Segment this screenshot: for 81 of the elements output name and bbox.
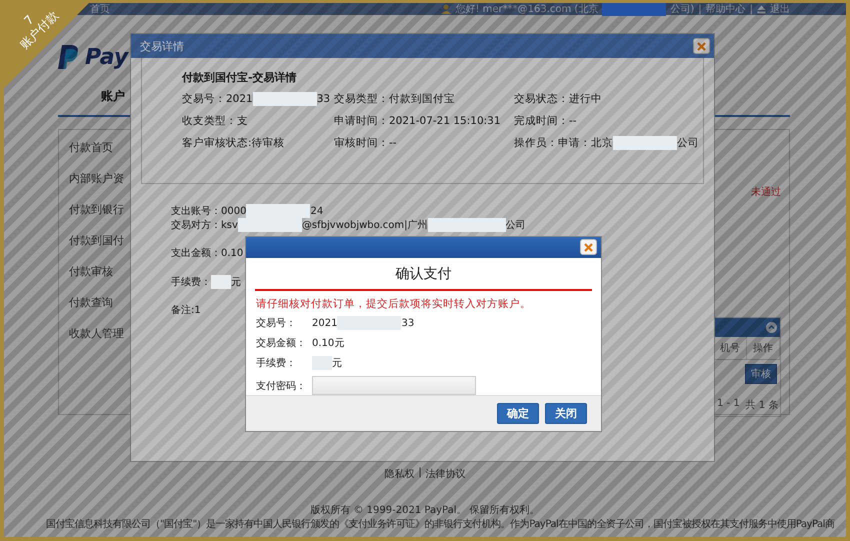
collapse-icon[interactable] <box>766 322 777 333</box>
field-value: -- <box>389 137 397 149</box>
field-label: 手续费： <box>171 276 211 289</box>
separator: | <box>750 4 753 14</box>
logo-icon <box>58 45 80 69</box>
company-text: 国付宝信息科技有限公司（"国付宝"）是一家持有中国人民银行颁发的《支付业务许可证》的非银行支付机构。作为PayPal在中国的全资子公司，国付宝被授权在其支付服务中使用PayPal商 <box>46 518 834 531</box>
logout-link[interactable]: 退出 <box>770 3 790 16</box>
field-value: -- <box>569 115 577 127</box>
close-button[interactable] <box>580 239 597 256</box>
close-icon <box>584 242 593 252</box>
field-label: 完成时间： <box>514 114 569 128</box>
field-label: 备注: <box>171 304 194 317</box>
dialog-button[interactable]: 关闭 <box>545 403 587 424</box>
field-label: 交易金额： <box>256 336 307 350</box>
field-value: @sfbjvwobjwbo.com|广州 <box>302 218 428 232</box>
review-button[interactable]: 审核 <box>745 364 777 384</box>
field-value: 待审核 <box>252 136 285 150</box>
redaction-block <box>238 218 302 232</box>
redaction-block <box>602 3 666 16</box>
field-value: 支 <box>237 114 248 128</box>
separator: | <box>418 467 422 480</box>
field-label: 交易号： <box>256 316 297 330</box>
field-value: 2021 <box>226 93 253 105</box>
warning-text: 请仔细核对付款订单，提交后款项将实时转入对方账户。 <box>256 297 532 312</box>
close-button[interactable] <box>693 38 710 54</box>
ribbon-number: 7 <box>21 12 37 28</box>
field-value: 付款到国付宝 <box>389 92 455 106</box>
redaction-block <box>246 204 310 218</box>
field-label: 支出账号： <box>171 204 221 218</box>
redaction-block <box>211 275 231 289</box>
dialog-title: 交易详情 <box>140 38 184 54</box>
field-value: 1 <box>194 304 201 316</box>
field-value: 0.10 <box>221 248 244 258</box>
footer-link[interactable]: 法律协议 <box>426 467 466 481</box>
status-note: 未通过 <box>751 186 781 199</box>
redaction-block <box>252 92 317 106</box>
field-value: 24 <box>310 206 324 216</box>
field-value: 2021 <box>312 318 338 329</box>
user-icon <box>441 4 452 14</box>
dialog-button[interactable]: 确定 <box>497 403 539 424</box>
field-value: ksv <box>221 220 238 230</box>
footer-link[interactable]: 隐私权 <box>384 467 414 481</box>
home-link[interactable]: 首页 <box>90 3 110 16</box>
dialog-title: 确认支付 <box>394 264 452 283</box>
field-value: 元 <box>231 276 241 289</box>
help-link[interactable]: 帮助中心 <box>706 3 746 16</box>
field-value: 申请：北京 <box>558 136 613 150</box>
field-label: 收支类型： <box>182 114 237 128</box>
field-value: 0000 <box>221 206 246 216</box>
password-field[interactable] <box>312 376 476 396</box>
field-label: 申请时间： <box>334 114 389 128</box>
field-label: 手续费： <box>256 356 297 370</box>
field-value: 进行中 <box>569 92 602 106</box>
field-value: 公司 <box>677 136 699 150</box>
column-header: 操作 <box>747 337 780 359</box>
field-label: 交易类型： <box>334 92 389 106</box>
field-label: 交易对方： <box>171 218 221 232</box>
redaction-block <box>613 136 677 150</box>
field-label: 支出金额： <box>171 246 221 260</box>
separator: | <box>698 4 702 14</box>
field-label: 交易号： <box>182 92 226 106</box>
field-value: 公司) <box>670 3 694 16</box>
field-value: 33 <box>316 93 330 105</box>
field-value: 0.10元 <box>312 337 344 350</box>
copyright-text: 版权所有 © 1999-2021 PayPal。 保留所有权利。 <box>310 504 540 517</box>
eject-icon <box>757 4 766 14</box>
logo-text: Pay <box>85 44 128 70</box>
field-label: 审核时间： <box>334 136 389 150</box>
field-label: 交易状态： <box>514 92 569 106</box>
close-icon <box>697 42 706 50</box>
field-value: 您好! mer***@163.com (北京 <box>455 3 598 16</box>
field-value: 元 <box>332 357 342 370</box>
total-count: 共 1 条 <box>746 398 778 412</box>
field-value: 2021-07-21 15:10:31 <box>389 115 501 127</box>
field-label: 操作员： <box>514 136 558 150</box>
detail-heading: 付款到国付宝-交易详情 <box>182 70 298 85</box>
field-value: 公司 <box>506 219 526 232</box>
page-range: 1 - 1 <box>717 398 740 411</box>
field-label: 支付密码： <box>256 380 307 393</box>
field-value: 33 <box>401 318 414 329</box>
field-label: 客户审核状态: <box>182 136 252 150</box>
